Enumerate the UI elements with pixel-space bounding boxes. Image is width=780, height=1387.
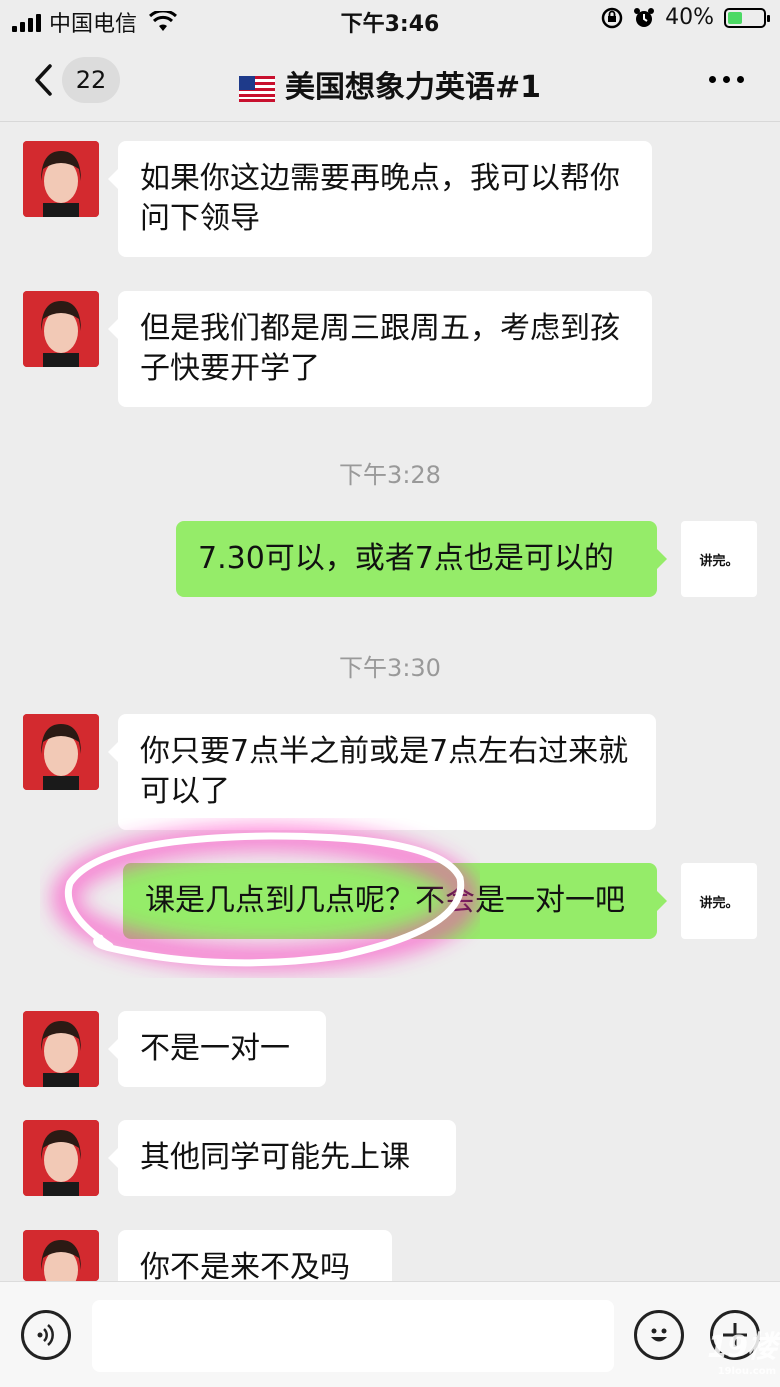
message-bubble-received[interactable]: 但是我们都是周三跟周五，考虑到孩子快要开学了	[108, 291, 652, 407]
message-bubble-sent[interactable]: 课是几点到几点呢？不会是一对一吧	[123, 863, 667, 939]
watermark-main: 19楼	[707, 1330, 777, 1365]
battery-percent: 40%	[665, 5, 714, 30]
self-avatar[interactable]: 讲完。	[681, 863, 757, 939]
orientation-lock-icon	[601, 7, 623, 28]
contact-avatar[interactable]	[23, 141, 99, 217]
emoji-icon[interactable]	[634, 1310, 684, 1360]
battery-fill	[728, 11, 742, 24]
message-bubble-received[interactable]: 其他同学可能先上课	[108, 1120, 456, 1196]
message-bubble-received[interactable]: 你只要7点半之前或是7点左右过来就可以了	[108, 714, 656, 830]
voice-icon[interactable]	[21, 1310, 71, 1360]
self-avatar[interactable]: 讲完。	[681, 521, 757, 597]
battery-icon	[724, 7, 770, 28]
chat-title-text: 美国想象力英语#1	[284, 70, 541, 105]
contact-avatar[interactable]	[23, 1011, 99, 1087]
chat-header: 22 美国想象力英语#1	[0, 40, 780, 122]
timestamp: 下午3:28	[339, 461, 441, 489]
contact-avatar[interactable]	[23, 1230, 99, 1281]
message-bubble-received[interactable]: 如果你这边需要再晚点，我可以帮你问下领导	[108, 141, 652, 257]
watermark-logo: 19楼 19lou.com	[707, 1322, 777, 1377]
watermark-sub: 19lou.com	[717, 1366, 776, 1377]
alarm-icon	[634, 7, 655, 27]
contact-avatar[interactable]	[23, 714, 99, 790]
us-flag-icon	[238, 75, 275, 102]
message-bubble-received[interactable]: 不是一对一	[108, 1011, 326, 1087]
input-bar: 19楼 19lou.com	[0, 1281, 780, 1387]
message-bubble-received[interactable]: 你不是来不及吗	[118, 1230, 392, 1281]
chat-title: 美国想象力英语#1	[0, 62, 780, 106]
message-bubble-sent[interactable]: 7.30可以，或者7点也是可以的	[176, 521, 667, 597]
status-right: 40%	[601, 5, 770, 30]
timestamp: 下午3:30	[339, 654, 441, 682]
more-icon[interactable]	[709, 76, 744, 83]
contact-avatar[interactable]	[23, 1120, 99, 1196]
message-input[interactable]	[92, 1300, 614, 1372]
contact-avatar[interactable]	[23, 291, 99, 367]
status-bar: 中国电信 下午3:46 40%	[0, 0, 780, 40]
